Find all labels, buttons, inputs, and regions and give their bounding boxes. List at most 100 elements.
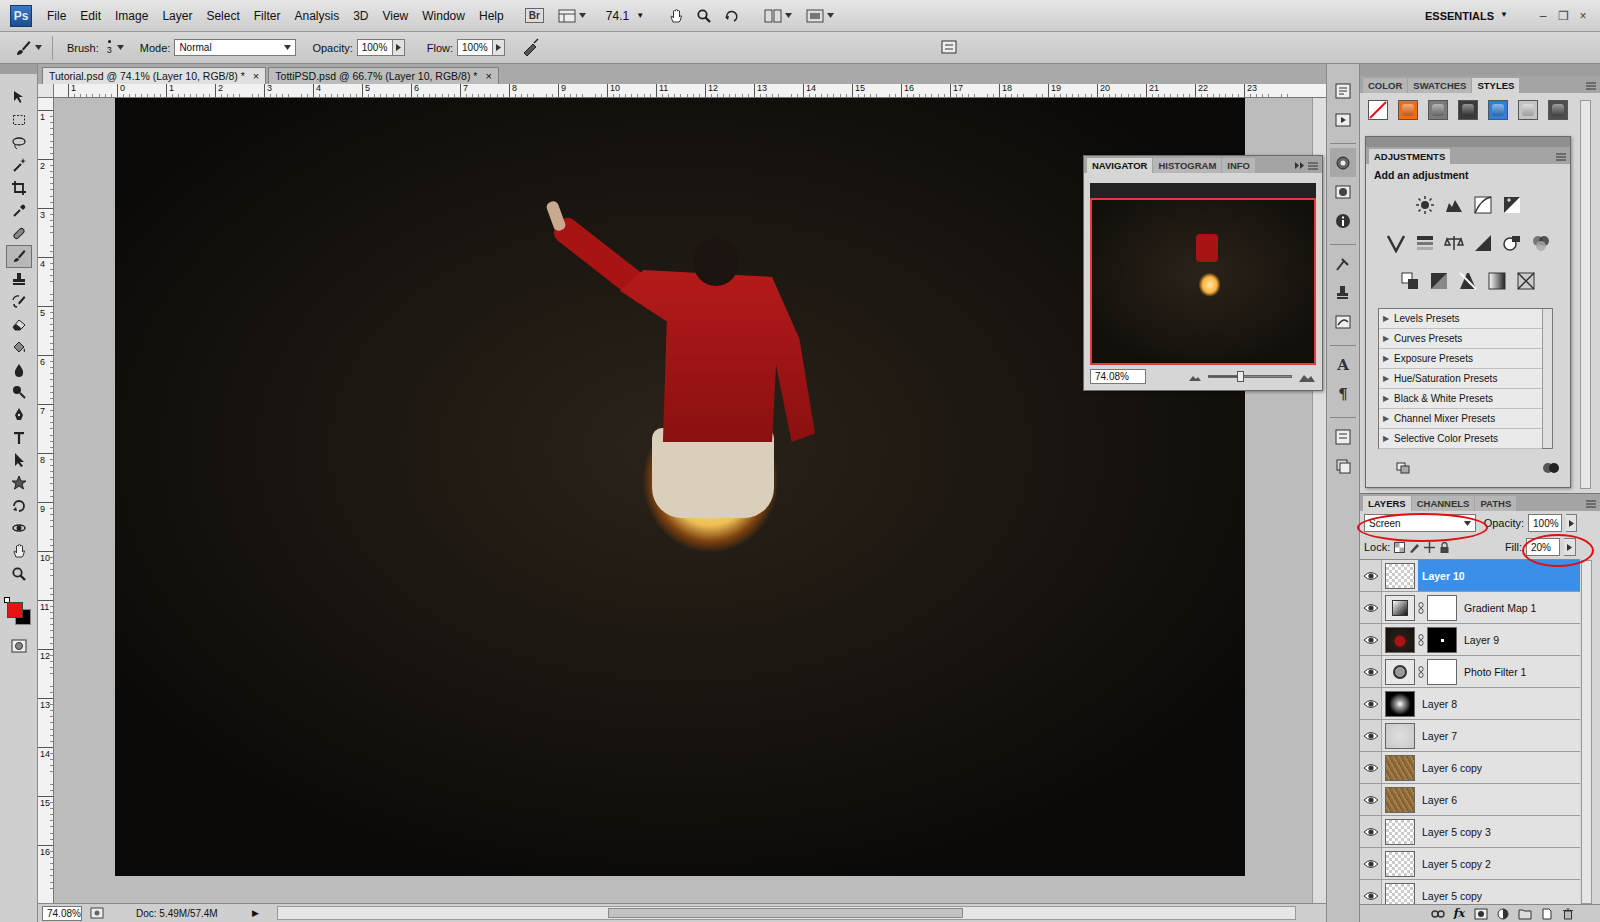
opacity-slider-button[interactable]: [393, 39, 405, 56]
layer-mask-thumbnail[interactable]: [1427, 659, 1457, 685]
layer-thumbnail[interactable]: [1385, 595, 1415, 621]
layer-name[interactable]: Layer 5 copy 3: [1422, 826, 1491, 838]
tool-12-icon[interactable]: [11, 362, 27, 378]
tool-button[interactable]: [6, 540, 32, 563]
adjustment-5-icon[interactable]: [1415, 233, 1435, 253]
adjustment-button[interactable]: [1386, 233, 1406, 253]
tool-16-icon[interactable]: [11, 452, 27, 468]
layer-thumbnail[interactable]: [1385, 563, 1415, 589]
visibility-toggle[interactable]: [1360, 720, 1382, 751]
tool-preset-picker[interactable]: [14, 39, 42, 57]
layer-name-cell[interactable]: Layer 6 copy: [1418, 752, 1580, 783]
window-control[interactable]: ×: [1576, 9, 1590, 23]
presets-scrollbar[interactable]: [1542, 309, 1552, 448]
menu-item[interactable]: Analysis: [287, 7, 346, 25]
adjustment-button[interactable]: [1473, 233, 1493, 253]
airbrush-icon[interactable]: [521, 38, 541, 56]
tool-button[interactable]: [6, 494, 32, 517]
layer-row[interactable]: Layer 9: [1360, 624, 1580, 656]
tool-button[interactable]: [6, 517, 32, 540]
adjustment-8-icon[interactable]: [1502, 233, 1522, 253]
adjustment-button[interactable]: [1444, 233, 1464, 253]
zoom-out-icon[interactable]: [1188, 372, 1202, 382]
quick-mask-icon[interactable]: [11, 639, 27, 653]
expander-glyph[interactable]: ▶: [1383, 434, 1389, 443]
flow-value[interactable]: 100%: [462, 42, 488, 53]
arrow-icon[interactable]: [1567, 544, 1572, 551]
menu-item[interactable]: Window: [415, 7, 472, 25]
tool-presets-icon[interactable]: [1334, 255, 1352, 273]
navigator-zoom[interactable]: 74.08%: [1095, 371, 1129, 382]
style-swatch[interactable]: [1368, 100, 1388, 120]
brushes-button[interactable]: [1330, 307, 1356, 336]
adjustment-3-icon[interactable]: [1502, 195, 1522, 215]
tab-label[interactable]: INFO: [1227, 160, 1250, 171]
visibility-toggle[interactable]: [1360, 848, 1382, 879]
preset-row[interactable]: ▶Levels Presets: [1379, 309, 1542, 329]
layer-name[interactable]: Layer 6 copy: [1422, 762, 1482, 774]
layer-row[interactable]: Layer 6 copy: [1360, 752, 1580, 784]
type-panel-button[interactable]: A: [1330, 350, 1356, 379]
adjustment-button[interactable]: [1429, 271, 1449, 291]
zoom-level[interactable]: 74.1▼: [606, 9, 644, 23]
zoom-value[interactable]: 74.1: [606, 9, 629, 23]
tools-grip[interactable]: [0, 64, 37, 74]
preset-label[interactable]: Levels Presets: [1394, 313, 1460, 324]
expander-glyph[interactable]: ▶: [1383, 374, 1389, 383]
layer-thumbnail[interactable]: [1385, 723, 1415, 749]
adjustment-button[interactable]: [1415, 195, 1435, 215]
tab-label[interactable]: CHANNELS: [1417, 498, 1470, 509]
status-menu-arrow[interactable]: ▶: [252, 908, 259, 918]
brushes-icon[interactable]: [1334, 313, 1352, 331]
menu-item[interactable]: Filter: [247, 7, 288, 25]
dropdown-arrow-icon[interactable]: [284, 45, 291, 50]
actions-icon[interactable]: [1334, 111, 1352, 129]
document-tab[interactable]: TottiPSD.psd @ 66.7% (Layer 10, RGB/8) *…: [268, 67, 499, 84]
eye-icon[interactable]: [1363, 570, 1379, 582]
layer-name[interactable]: Layer 8: [1422, 698, 1457, 710]
layer-thumbnail[interactable]: [1385, 659, 1415, 685]
eye-icon[interactable]: [1363, 826, 1379, 838]
layer-name[interactable]: Gradient Map 1: [1464, 602, 1536, 614]
tool-20-icon[interactable]: [11, 543, 27, 559]
panel-tab[interactable]: STYLES: [1472, 78, 1519, 93]
panel-tab[interactable]: LAYERS: [1363, 496, 1411, 511]
tool-button[interactable]: [6, 109, 32, 132]
tool-9-icon[interactable]: [11, 294, 27, 310]
layer-mask-thumbnail[interactable]: [1427, 595, 1457, 621]
history-icon[interactable]: [1334, 82, 1352, 100]
zoom-slider-knob[interactable]: [1237, 371, 1244, 382]
tool-3-icon[interactable]: [11, 157, 27, 173]
layer-row[interactable]: Layer 5 copy 3: [1360, 816, 1580, 848]
tab-label[interactable]: PATHS: [1480, 498, 1511, 509]
expander-icon[interactable]: ▶: [1383, 414, 1389, 423]
tool-button[interactable]: [6, 131, 32, 154]
expander-icon[interactable]: ▶: [1383, 374, 1389, 383]
dropdown-arrow-icon[interactable]: [827, 13, 834, 18]
add-mask-icon[interactable]: [1474, 908, 1488, 920]
visibility-toggle[interactable]: [1360, 560, 1382, 591]
zoom-percent[interactable]: 74.08%: [47, 908, 81, 919]
view-extras[interactable]: [558, 9, 586, 23]
eye-icon[interactable]: [1363, 890, 1379, 902]
visibility-toggle[interactable]: [1360, 592, 1382, 623]
layer-opacity-field[interactable]: 100%: [1528, 514, 1562, 532]
adjustment-7-icon[interactable]: [1473, 233, 1493, 253]
lock-all-icon[interactable]: [1439, 542, 1450, 553]
layer-thumbnail[interactable]: [1385, 627, 1415, 653]
adjustment-12-icon[interactable]: [1458, 271, 1478, 291]
styles-scrollbar[interactable]: [1580, 100, 1591, 489]
tool-button[interactable]: [6, 222, 32, 245]
layer-name-cell[interactable]: Gradient Map 1: [1460, 592, 1580, 623]
adjustment-button[interactable]: [1400, 271, 1420, 291]
lock-position-icon[interactable]: [1424, 542, 1435, 553]
visibility-toggle[interactable]: [1360, 880, 1382, 904]
panel-menu-icon[interactable]: [1556, 153, 1566, 161]
tool-5-icon[interactable]: [11, 203, 27, 219]
style-swatch[interactable]: [1488, 100, 1508, 120]
layer-thumbnail[interactable]: [1385, 851, 1415, 877]
delete-layer-icon[interactable]: [1562, 908, 1574, 920]
preset-label[interactable]: Black & White Presets: [1394, 393, 1493, 404]
tool-7-icon[interactable]: [11, 248, 27, 264]
notes-button[interactable]: [1330, 451, 1356, 480]
